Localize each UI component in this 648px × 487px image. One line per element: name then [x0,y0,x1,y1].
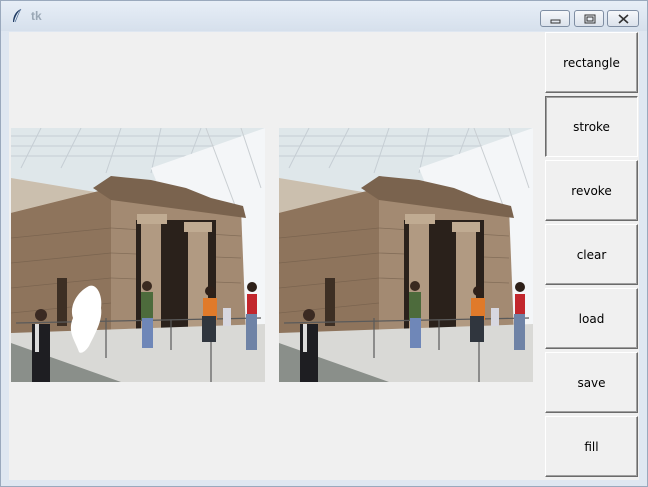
feather-icon [13,8,22,23]
load-button[interactable]: load [545,288,638,349]
stroke-button[interactable]: stroke [545,96,638,157]
window-title: tk [31,9,42,23]
masked-input-image[interactable] [11,128,265,382]
result-image[interactable] [279,128,533,382]
title-bar[interactable]: tk [1,1,647,31]
revoke-button[interactable]: revoke [545,160,638,221]
image-canvas[interactable] [9,32,544,480]
app-window: tk rectangle stroke revoke clear load sa… [0,0,648,487]
maximize-icon [584,14,596,24]
close-button[interactable] [607,10,639,27]
close-icon [618,14,629,24]
clear-button[interactable]: clear [545,224,638,285]
fill-button[interactable]: fill [545,416,638,477]
client-area: rectangle stroke revoke clear load save … [9,32,639,480]
minimize-button[interactable] [540,10,570,27]
minimize-icon [550,19,561,24]
save-button[interactable]: save [545,352,638,413]
rectangle-button[interactable]: rectangle [545,32,638,93]
maximize-button[interactable] [574,10,604,27]
